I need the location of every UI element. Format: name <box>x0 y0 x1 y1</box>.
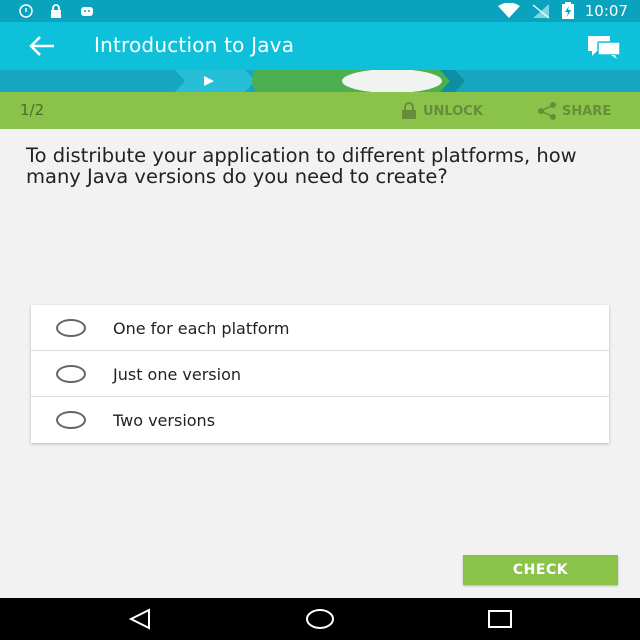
current-step-highlight <box>342 69 442 93</box>
radio-button[interactable] <box>56 365 86 383</box>
status-bar: 10:07 <box>0 0 640 22</box>
back-arrow-icon[interactable] <box>28 34 56 58</box>
answer-options: One for each platform Just one version T… <box>31 305 609 443</box>
option-label: Just one version <box>113 365 242 384</box>
progress-chevron <box>175 70 255 92</box>
nav-recent-apps-icon[interactable] <box>487 608 513 630</box>
page-counter: 1/2 <box>20 101 45 119</box>
radio-button[interactable] <box>56 411 86 429</box>
clock: 10:07 <box>584 2 628 20</box>
option-two-versions[interactable]: Two versions <box>31 397 609 443</box>
unlock-label: UNLOCK <box>423 103 483 119</box>
app-bar: Introduction to Java <box>0 22 640 70</box>
option-just-one-version[interactable]: Just one version <box>31 351 609 397</box>
system-nav-bar <box>0 598 640 640</box>
lesson-progress-strip <box>0 62 640 98</box>
share-label: SHARE <box>562 103 612 119</box>
unlock-button[interactable]: UNLOCK <box>400 102 483 120</box>
wifi-icon <box>497 3 520 18</box>
radio-button[interactable] <box>56 319 86 337</box>
option-label: Two versions <box>113 411 216 430</box>
nav-back-icon[interactable] <box>127 608 153 630</box>
comments-icon[interactable] <box>586 34 622 60</box>
question-text: To distribute your application to differ… <box>26 144 577 188</box>
lock-icon <box>51 4 61 18</box>
option-one-for-each-platform[interactable]: One for each platform <box>31 305 609 351</box>
battery-charging-icon <box>561 2 574 19</box>
no-signal-icon <box>532 4 550 19</box>
lesson-toolbar: 1/2 UNLOCK SHARE <box>0 92 640 129</box>
alarm-icon <box>19 4 33 18</box>
android-icon <box>81 7 93 16</box>
lock-icon <box>402 102 416 119</box>
nav-home-icon[interactable] <box>305 608 335 630</box>
share-button[interactable]: SHARE <box>537 102 611 120</box>
option-label: One for each platform <box>113 319 290 338</box>
share-icon <box>538 102 556 120</box>
check-button[interactable]: CHECK <box>463 555 618 585</box>
page-title: Introduction to Java <box>94 33 295 57</box>
